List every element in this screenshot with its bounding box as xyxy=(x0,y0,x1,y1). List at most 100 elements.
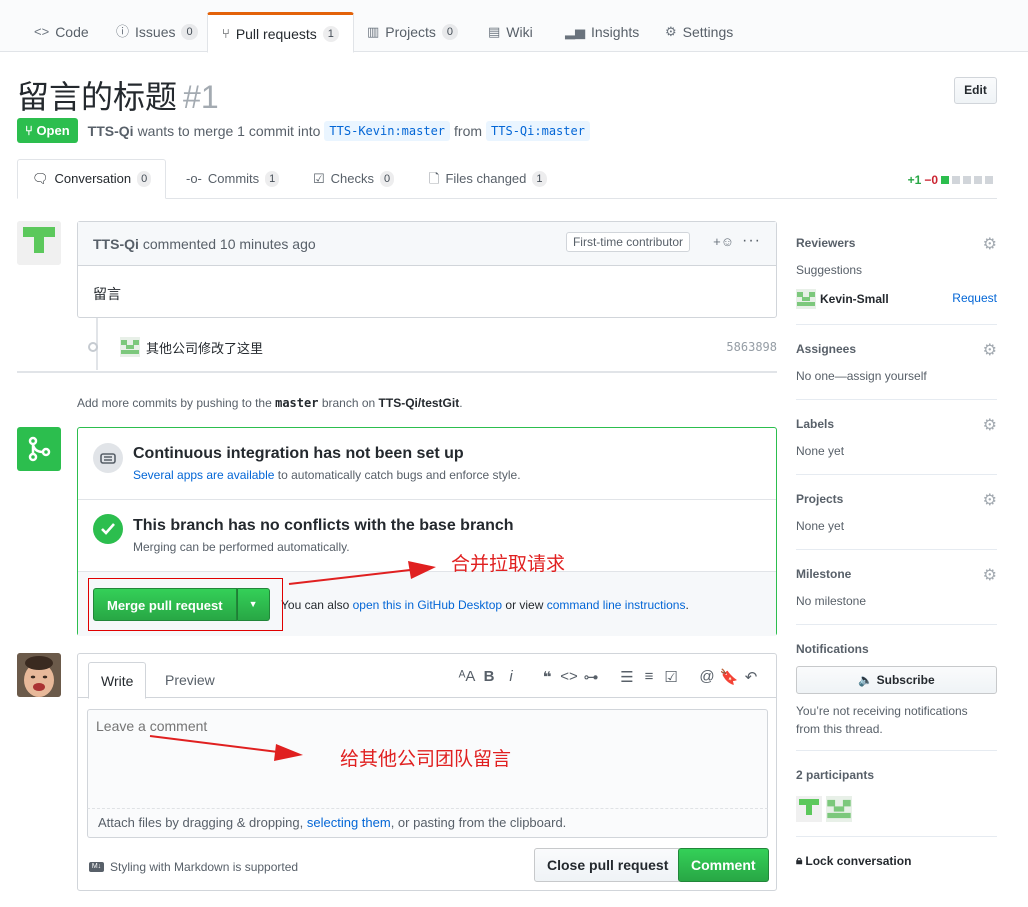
select-files-link[interactable]: selecting them xyxy=(307,815,391,830)
diffstat-block xyxy=(985,176,993,184)
reply-icon[interactable]: ↶ xyxy=(740,668,762,686)
base-branch[interactable]: TTS-Kevin:master xyxy=(324,120,451,141)
file-diff-icon: 🗋 xyxy=(429,171,440,186)
toolbar-gap xyxy=(682,668,696,686)
milestone-heading[interactable]: Milestone xyxy=(796,567,851,581)
add-reaction-icon[interactable]: +☺ xyxy=(713,234,734,249)
tab-issues-label: Issues xyxy=(135,24,176,40)
commit-icon: -o- xyxy=(186,171,202,186)
speaker-icon: 🔈 xyxy=(858,673,874,687)
gear-icon[interactable]: ⚙ xyxy=(983,234,997,254)
comment-tabs: Write Preview ᴬA B i ❝ <> ⊶ ☰ ≡ ☑ @ 🔖 ↶ xyxy=(78,654,776,699)
diffstat-block xyxy=(963,176,971,184)
merge-text: wants to merge 1 commit into xyxy=(137,122,321,139)
comment-author[interactable]: TTS-Qi xyxy=(93,236,139,252)
code-icon[interactable]: <> xyxy=(558,668,580,686)
gear-icon[interactable]: ⚙ xyxy=(983,490,997,510)
tab-projects[interactable]: ▥ Projects 0 xyxy=(353,12,472,52)
tab-commits-label: Commits xyxy=(207,171,260,186)
italic-icon[interactable]: i xyxy=(500,668,522,686)
task-list-icon[interactable]: ☑ xyxy=(660,668,682,686)
tab-wiki[interactable]: ▤ Wiki xyxy=(474,12,547,52)
comment-button[interactable]: Comment xyxy=(678,848,769,882)
lock-conversation[interactable]: 🔒︎ Lock conversation xyxy=(796,853,911,868)
annotation-merge-note: 合并拉取请求 xyxy=(451,553,566,575)
subscribe-button[interactable]: 🔈 Subscribe xyxy=(796,666,997,694)
sidebar-projects: Projects ⚙ None yet xyxy=(796,475,997,550)
project-icon: ▥ xyxy=(367,24,380,39)
tab-conversation[interactable]: 🗨 Conversation 0 xyxy=(17,159,167,199)
github-desktop-link[interactable]: open this in GitHub Desktop xyxy=(353,598,502,612)
reviewers-suggestions: Suggestions xyxy=(796,263,863,277)
projects-heading[interactable]: Projects xyxy=(796,492,843,506)
mention-icon[interactable]: @ xyxy=(696,668,718,686)
tab-issues[interactable]: ⓘ Issues 0 xyxy=(102,12,212,52)
push-hint-repo[interactable]: TTS-Qi/testGit xyxy=(379,396,460,410)
suggested-reviewer: Kevin-Small xyxy=(796,289,889,309)
avatar[interactable] xyxy=(17,653,61,697)
code-icon: <> xyxy=(34,24,50,39)
unordered-list-icon[interactable]: ☰ xyxy=(616,668,638,686)
tab-pull-requests[interactable]: ⑂ Pull requests 1 xyxy=(207,12,354,53)
header-icon[interactable]: ᴬA xyxy=(456,668,478,686)
commit-message[interactable]: 其他公司修改了这里 xyxy=(146,338,263,357)
command-line-link[interactable]: command line instructions xyxy=(547,598,686,612)
tab-files-changed[interactable]: 🗋 Files changed 1 xyxy=(415,159,561,199)
kebab-menu-icon[interactable]: ··· xyxy=(742,232,761,250)
tab-settings[interactable]: ⚙ Settings xyxy=(651,12,747,52)
markdown-note[interactable]: M↓ Styling with Markdown is supported xyxy=(89,860,298,874)
labels-heading[interactable]: Labels xyxy=(796,417,834,431)
status-label: Open xyxy=(36,123,70,138)
ci-subtitle: Several apps are available to automatica… xyxy=(133,468,521,482)
tab-code[interactable]: <> Code xyxy=(20,12,103,52)
gear-icon[interactable]: ⚙ xyxy=(983,415,997,435)
commit-sha[interactable]: 5863898 xyxy=(726,340,777,354)
user-photo-icon xyxy=(17,653,61,697)
identicon-icon xyxy=(120,337,140,357)
request-review-link[interactable]: Request xyxy=(952,291,997,305)
close-pull-request-button[interactable]: Close pull request xyxy=(534,848,682,882)
quote-icon[interactable]: ❝ xyxy=(536,668,558,686)
pr-author[interactable]: TTS-Qi xyxy=(88,123,134,139)
link-icon[interactable]: ⊶ xyxy=(580,668,602,686)
gear-icon[interactable]: ⚙ xyxy=(983,565,997,585)
page-title: 留言的标题 #1 xyxy=(17,72,219,118)
push-hint-branch: master xyxy=(275,396,319,410)
tab-pull-requests-label: Pull requests xyxy=(235,25,317,42)
notifications-heading: Notifications xyxy=(796,642,869,656)
commit-icon xyxy=(88,342,98,352)
assignees-value[interactable]: No one—assign yourself xyxy=(796,369,927,383)
head-branch[interactable]: TTS-Qi:master xyxy=(486,120,590,141)
participant-avatar[interactable] xyxy=(796,796,822,822)
commit-row: 其他公司修改了这里 5863898 xyxy=(88,336,777,358)
comment-action: commented 10 minutes ago xyxy=(142,235,316,252)
sidebar-notifications: Notifications 🔈 Subscribe You’re not rec… xyxy=(796,625,997,751)
tab-commits[interactable]: -o- Commits 1 xyxy=(172,159,293,199)
assignees-heading[interactable]: Assignees xyxy=(796,342,856,356)
gear-icon[interactable]: ⚙ xyxy=(983,340,997,360)
avatar[interactable] xyxy=(17,221,61,265)
apps-link[interactable]: Several apps are available xyxy=(133,468,274,482)
bold-icon[interactable]: B xyxy=(478,668,500,686)
participant-avatar[interactable] xyxy=(826,796,852,822)
annotation-highlight-box xyxy=(88,578,283,631)
diffstat-block xyxy=(952,176,960,184)
ordered-list-icon[interactable]: ≡ xyxy=(638,668,660,686)
tab-checks[interactable]: ☑ Checks 0 xyxy=(299,159,408,199)
conflict-subtitle: Merging can be performed automatically. xyxy=(133,540,350,554)
projects-value: None yet xyxy=(796,519,845,533)
reviewers-heading[interactable]: Reviewers xyxy=(796,236,855,250)
lock-icon: 🔒︎ xyxy=(796,853,803,867)
attach-prefix: Attach files by dragging & dropping, xyxy=(98,815,304,830)
tab-write[interactable]: Write xyxy=(88,662,147,699)
tab-preview[interactable]: Preview xyxy=(153,662,227,699)
projects-counter: 0 xyxy=(441,24,458,40)
markdown-icon: M↓ xyxy=(89,862,104,872)
tab-insights[interactable]: ▂▅ Insights xyxy=(551,12,653,52)
suggested-reviewer-name[interactable]: Kevin-Small xyxy=(820,292,889,306)
attach-files-area[interactable]: Attach files by dragging & dropping, sel… xyxy=(87,809,768,838)
pull-request-icon: ⑂ xyxy=(25,123,33,138)
edit-button[interactable]: Edit xyxy=(954,77,997,104)
bookmark-icon[interactable]: 🔖 xyxy=(718,668,740,686)
pr-meta: ⑂ Open TTS-Qi wants to merge 1 commit in… xyxy=(17,118,590,143)
